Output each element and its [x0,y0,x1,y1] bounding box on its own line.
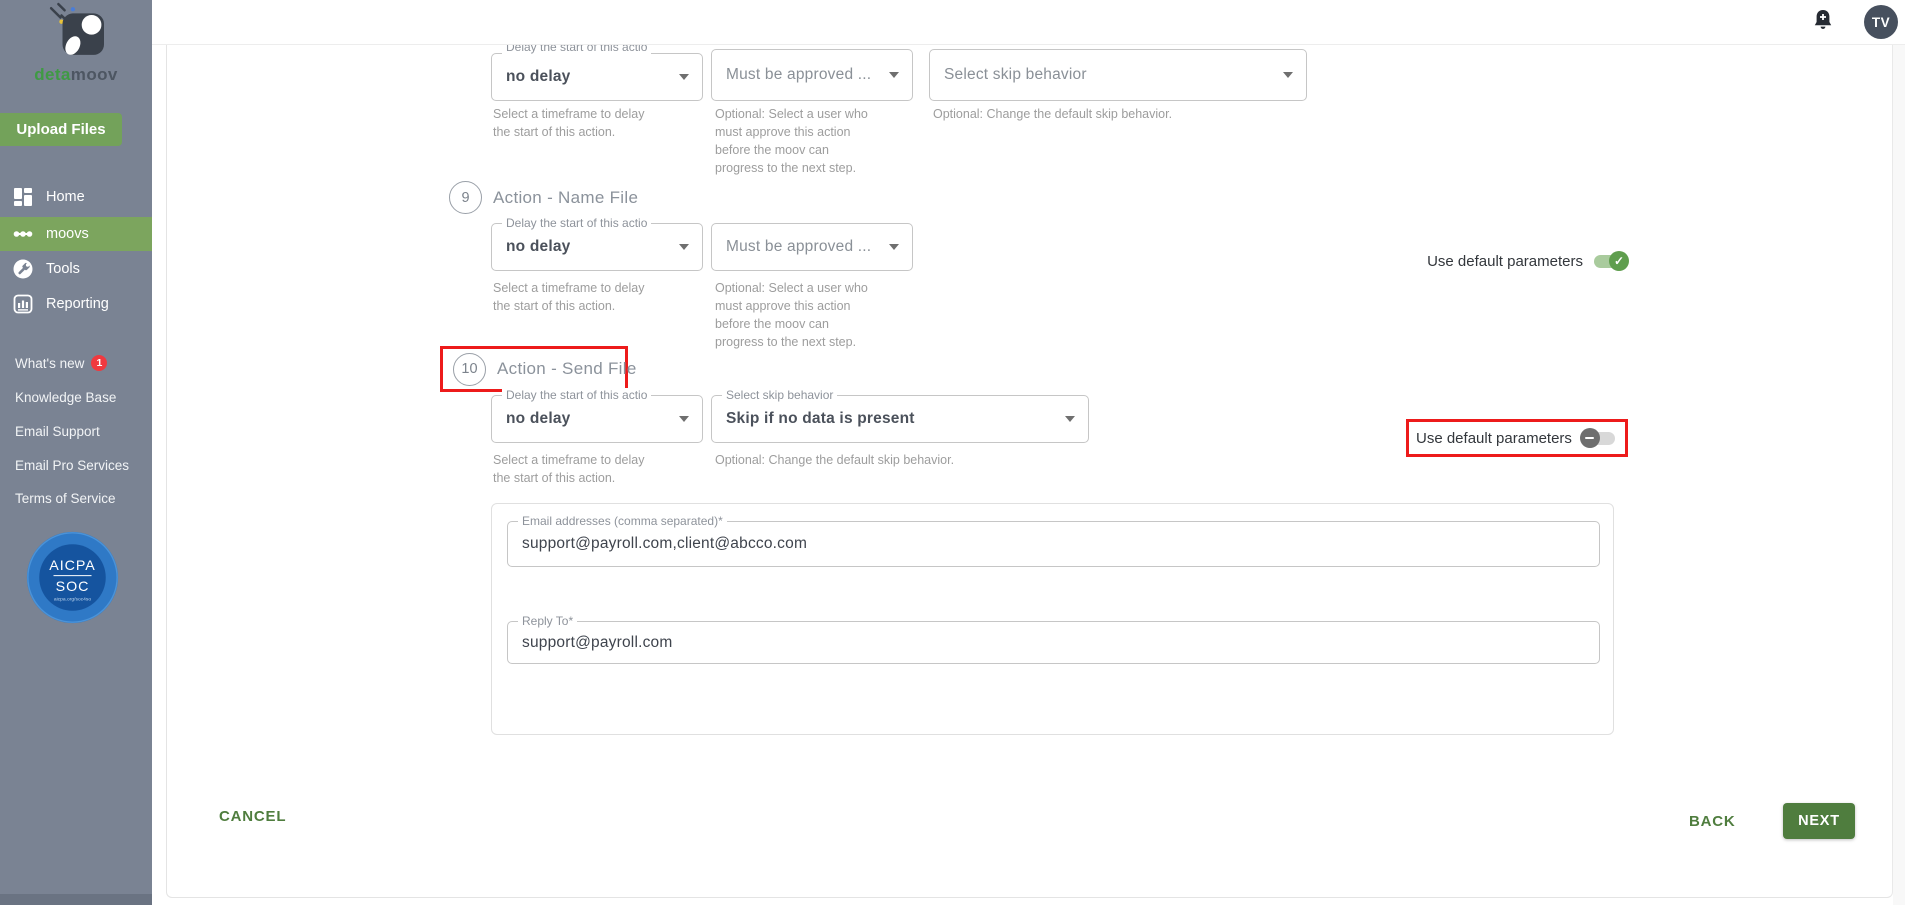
send-file-parameters-panel: Email addresses (comma separated)* Reply… [491,503,1614,735]
sidebar-item-label: Tools [46,261,80,277]
sidebar-item-tools[interactable]: Tools [0,252,152,286]
prev-approver-select[interactable]: Must be approved ... [711,49,913,101]
topbar: TV [152,0,1905,45]
cancel-button[interactable]: CANCEL [219,808,286,825]
brand-name-primary: deta [34,65,71,84]
wizard-card: Delay the start of this actio no delay M… [166,45,1893,898]
svg-text:aicpa.org/soc4so: aicpa.org/soc4so [54,596,91,602]
step10-default-params-highlight-box: Use default parameters [1406,419,1628,457]
whats-new-link[interactable]: What's new 1 [15,355,107,371]
step9-default-params-toggle-on[interactable]: ✓ [1591,251,1629,271]
step10-number-circle: 10 [453,353,486,386]
step9-number-circle: 9 [449,181,482,214]
sidebar-item-moovs[interactable]: moovs [0,217,152,251]
step10-skip-helper: Optional: Change the default skip behavi… [715,451,954,469]
sidebar-item-label: Reporting [46,296,109,312]
chevron-down-icon [889,244,899,250]
chevron-down-icon [889,72,899,78]
brand-name: detamoov [0,65,152,85]
chevron-down-icon [679,74,689,80]
step10-skip-value: Skip if no data is present [726,410,915,428]
email-addresses-input[interactable] [508,522,1599,566]
email-support-label: Email Support [15,424,100,439]
step9-approver-value: Must be approved ... [726,238,871,256]
step9-toggle-label: Use default parameters [1427,253,1583,270]
step10-delay-value: no delay [506,410,570,428]
prev-delay-select[interactable]: Delay the start of this actio no delay [491,53,703,101]
step10-skip-label: Select skip behavior [722,388,837,402]
prev-skip-helper: Optional: Change the default skip behavi… [933,105,1172,123]
step10-skip-select[interactable]: Select skip behavior Skip if no data is … [711,395,1089,443]
next-button[interactable]: NEXT [1783,803,1855,839]
step9-title: Action - Name File [493,188,638,208]
knowledge-base-link[interactable]: Knowledge Base [15,390,116,405]
step9-delay-helper: Select a timeframe to delay the start of… [493,279,644,315]
sidebar-footer-strip [0,894,152,905]
email-pro-services-label: Email Pro Services [15,458,129,473]
notification-bell-plus-icon[interactable] [1812,8,1834,34]
step9-delay-select[interactable]: Delay the start of this actio no delay [491,223,703,271]
terms-of-service-label: Terms of Service [15,491,116,506]
sidebar: detamoov Upload Files Home [0,0,152,905]
step10-default-params-toggle-off[interactable] [1580,428,1618,448]
step9-delay-value: no delay [506,238,570,256]
email-pro-services-link[interactable]: Email Pro Services [15,458,129,473]
upload-files-button[interactable]: Upload Files [0,113,122,146]
back-button[interactable]: BACK [1689,813,1736,830]
svg-text:AICPA: AICPA [49,558,95,574]
prev-delay-helper: Select a timeframe to delay the start of… [493,105,644,141]
whats-new-label: What's new [15,356,84,371]
reply-to-input[interactable] [508,622,1599,663]
step9-approver-select[interactable]: Must be approved ... [711,223,913,271]
datamoov-logo-icon [43,2,109,58]
step10-toggle-label: Use default parameters [1416,430,1572,447]
reply-to-field: Reply To* [507,621,1600,664]
prev-approver-helper: Optional: Select a user who must approve… [715,105,868,177]
chevron-down-icon [679,244,689,250]
user-avatar[interactable]: TV [1864,5,1898,39]
prev-skip-value: Select skip behavior [944,66,1087,84]
step10-title: Action - Send File [497,359,637,379]
step10-delay-helper: Select a timeframe to delay the start of… [493,451,644,487]
whats-new-badge: 1 [91,355,107,371]
step10-delay-label: Delay the start of this actio [502,388,651,402]
prev-approver-value: Must be approved ... [726,66,871,84]
reporting-chart-icon [13,294,33,314]
step9-default-params-row: Use default parameters ✓ [1427,251,1629,271]
brand-name-secondary: moov [71,65,118,84]
toggle-minus-icon [1580,428,1600,448]
app-root: detamoov Upload Files Home [0,0,1905,905]
toggle-check-icon: ✓ [1609,251,1629,271]
prev-delay-label: Delay the start of this actio [502,45,651,54]
dashboard-icon [13,187,33,207]
tools-wrench-icon [13,259,33,279]
moovs-chain-icon [13,224,33,244]
svg-text:SOC: SOC [56,579,90,595]
chevron-down-icon [1283,72,1293,78]
prev-delay-value: no delay [506,68,570,86]
email-addresses-label: Email addresses (comma separated)* [518,514,727,528]
brand-logo: detamoov [0,2,152,85]
step10-delay-select[interactable]: Delay the start of this actio no delay [491,395,703,443]
terms-of-service-link[interactable]: Terms of Service [15,491,116,506]
chevron-down-icon [1065,416,1075,422]
reply-to-label: Reply To* [518,614,577,628]
step9-approver-helper: Optional: Select a user who must approve… [715,279,868,351]
step10-highlight-box: 10 Action - Send File [440,346,628,392]
email-support-link[interactable]: Email Support [15,424,100,439]
chevron-down-icon [679,416,689,422]
email-addresses-field: Email addresses (comma separated)* [507,521,1600,567]
prev-skip-select[interactable]: Select skip behavior [929,49,1307,101]
sidebar-item-label: moovs [46,226,89,242]
sidebar-item-home[interactable]: Home [0,180,152,214]
aicpa-soc-badge: AICPA SOC aicpa.org/soc4so [25,530,120,625]
sidebar-item-reporting[interactable]: Reporting [0,287,152,321]
sidebar-item-label: Home [46,189,85,205]
scrollbar[interactable] [1893,45,1905,905]
knowledge-base-label: Knowledge Base [15,390,116,405]
step9-delay-label: Delay the start of this actio [502,216,651,230]
